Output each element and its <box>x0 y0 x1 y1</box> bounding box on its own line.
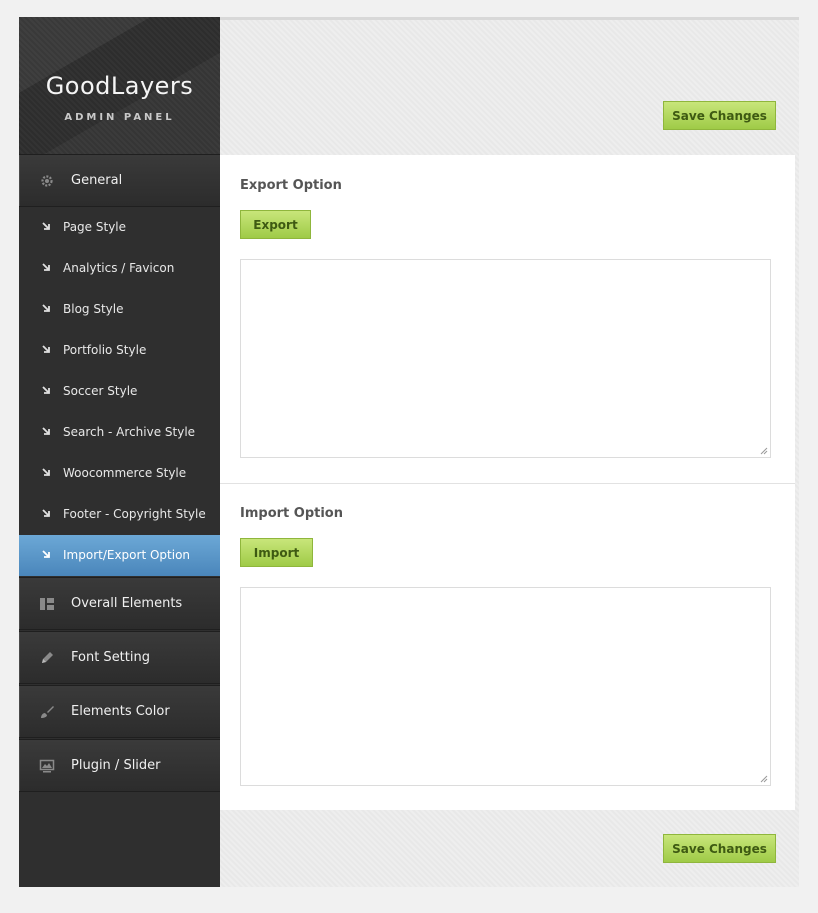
import-button[interactable]: Import <box>240 538 313 567</box>
arrow-down-right-icon <box>42 550 50 558</box>
export-section-title: Export Option <box>240 178 342 193</box>
arrow-down-right-icon <box>42 468 50 476</box>
nav-overall-elements[interactable]: Overall Elements <box>19 577 220 630</box>
submenu-item-analytics-favicon[interactable]: Analytics / Favicon <box>19 248 220 289</box>
nav-plugin-slider[interactable]: Plugin / Slider <box>19 739 220 792</box>
submenu-item-label: Blog Style <box>63 302 124 316</box>
submenu-item-footer-copyright-style[interactable]: Footer - Copyright Style <box>19 494 220 535</box>
import-textarea[interactable] <box>240 587 771 786</box>
nav-general-label: General <box>71 173 123 188</box>
submenu-item-label: Search - Archive Style <box>63 425 196 439</box>
sidebar: GoodLayers ADMIN PANEL General Page Styl… <box>19 17 220 887</box>
arrow-down-right-icon <box>42 509 50 517</box>
save-changes-button-bottom[interactable]: Save Changes <box>663 834 776 863</box>
import-section-title: Import Option <box>240 506 343 521</box>
pencil-icon <box>42 652 53 663</box>
gear-icon <box>41 175 53 187</box>
options-panel: Export Option Export Import Option Impor… <box>220 155 795 810</box>
submenu-item-portfolio-style[interactable]: Portfolio Style <box>19 330 220 371</box>
submenu-item-label: Analytics / Favicon <box>63 261 175 275</box>
submenu-item-search-archive-style[interactable]: Search - Archive Style <box>19 412 220 453</box>
submenu-item-label: Page Style <box>63 220 127 234</box>
brand-subtitle: ADMIN PANEL <box>64 112 175 123</box>
submenu-item-page-style[interactable]: Page Style <box>19 207 220 248</box>
layout-icon <box>40 598 54 610</box>
section-divider <box>220 483 795 484</box>
submenu-item-label: Footer - Copyright Style <box>63 507 206 521</box>
admin-frame: GoodLayers ADMIN PANEL General Page Styl… <box>19 17 799 887</box>
brand-logo: GoodLayers ADMIN PANEL <box>19 17 220 155</box>
arrow-down-right-icon <box>42 304 50 312</box>
resize-grip-icon[interactable] <box>760 775 768 783</box>
submenu-item-blog-style[interactable]: Blog Style <box>19 289 220 330</box>
arrow-down-right-icon <box>42 386 50 394</box>
submenu-item-label: Woocommerce Style <box>63 466 187 480</box>
nav-plugin-slider-label: Plugin / Slider <box>71 758 161 773</box>
brand-title: GoodLayers <box>45 72 194 100</box>
submenu-item-import-export-option[interactable]: Import/Export Option <box>19 535 220 576</box>
export-button[interactable]: Export <box>240 210 311 239</box>
nav-elements-color-label: Elements Color <box>71 704 170 719</box>
export-textarea[interactable] <box>240 259 771 458</box>
main-content: Save Changes Export Option Export Import… <box>220 17 799 887</box>
brush-icon <box>41 706 54 718</box>
nav-elements-color[interactable]: Elements Color <box>19 685 220 738</box>
nav-font-setting[interactable]: Font Setting <box>19 631 220 684</box>
submenu-item-label: Portfolio Style <box>63 343 147 357</box>
nav-general[interactable]: General <box>19 154 220 207</box>
submenu-item-soccer-style[interactable]: Soccer Style <box>19 371 220 412</box>
general-submenu: Page Style Analytics / Favicon Blog Styl… <box>19 207 220 576</box>
nav-overall-elements-label: Overall Elements <box>71 596 183 611</box>
arrow-down-right-icon <box>42 222 50 230</box>
save-changes-button-top[interactable]: Save Changes <box>663 101 776 130</box>
slider-icon <box>39 759 55 773</box>
submenu-item-label: Import/Export Option <box>63 548 191 562</box>
arrow-down-right-icon <box>42 427 50 435</box>
resize-grip-icon[interactable] <box>760 447 768 455</box>
submenu-item-label: Soccer Style <box>63 384 138 398</box>
submenu-item-woocommerce-style[interactable]: Woocommerce Style <box>19 453 220 494</box>
arrow-down-right-icon <box>42 345 50 353</box>
arrow-down-right-icon <box>42 263 50 271</box>
nav-font-setting-label: Font Setting <box>71 650 150 665</box>
